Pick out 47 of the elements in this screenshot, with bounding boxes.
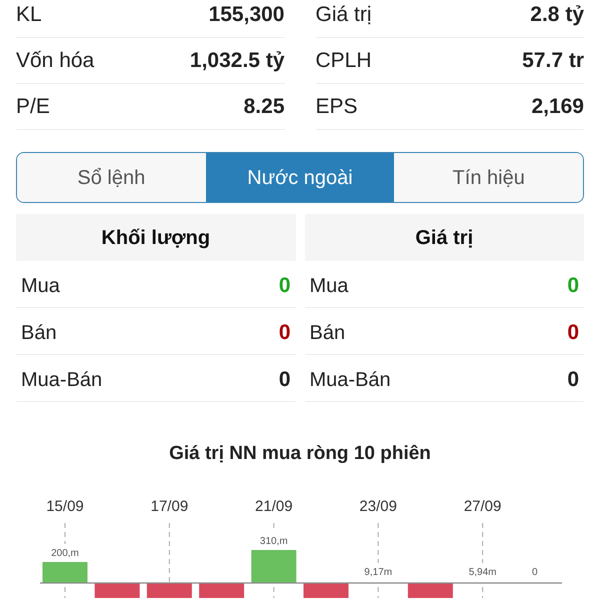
negative-bar [199, 583, 244, 598]
stat-label: EPS [316, 94, 358, 120]
table-header: Giá trị [304, 214, 584, 261]
value-label: 5,94m [468, 567, 496, 578]
tab[interactable]: Sổ lệnh [17, 153, 206, 202]
row-label: Bán [21, 320, 57, 346]
row-label: Mua [21, 274, 60, 298]
tab[interactable]: Nước ngoài [206, 153, 394, 202]
stat-label: CPLH [316, 48, 372, 74]
stat-value: 1,032.5 tỷ [190, 48, 284, 74]
stat-value: 57.7 tr [522, 48, 584, 74]
negative-bar [94, 583, 140, 598]
negative-bar [408, 583, 453, 598]
date-label: 23/09 [359, 498, 397, 515]
positive-bar [251, 550, 296, 583]
stat-label: KL [16, 2, 42, 28]
value-label: 200,m [51, 548, 79, 559]
stat-value: 2,169 [531, 94, 584, 120]
value-label: 0 [532, 567, 538, 578]
value-label: 9,17m [364, 567, 392, 578]
value-label: 310,m [260, 536, 288, 547]
stat-label: Giá trị [316, 2, 372, 28]
row-value: 0 [567, 320, 579, 346]
positive-bar [42, 562, 88, 583]
stat-label: P/E [16, 94, 50, 120]
date-label: 27/09 [464, 498, 502, 515]
row-label: Bán [310, 320, 346, 346]
stat-label: Vốn hóa [16, 48, 94, 74]
chart-title: Giá trị NN mua ròng 10 phiên [169, 442, 431, 466]
row-value: 0 [278, 366, 290, 393]
row-value: 0 [278, 272, 290, 299]
date-label: 15/09 [46, 498, 84, 515]
stat-value: 2.8 tỷ [530, 2, 584, 28]
stat-value: 155,300 [208, 2, 284, 28]
row-label: Mua-Bán [310, 368, 391, 392]
negative-bar [146, 583, 192, 598]
row-label: Mua-Bán [21, 368, 102, 392]
row-value: 0 [567, 366, 579, 393]
row-value: 0 [567, 272, 579, 299]
stat-value: 8.25 [244, 94, 284, 120]
row-label: Mua [310, 274, 348, 298]
date-label: 21/09 [255, 498, 293, 515]
table-header: Khối lượng [16, 214, 296, 261]
date-label: 17/09 [150, 498, 188, 515]
row-value: 0 [278, 320, 290, 346]
tab[interactable]: Tín hiệu [394, 153, 583, 202]
negative-bar [304, 583, 348, 598]
